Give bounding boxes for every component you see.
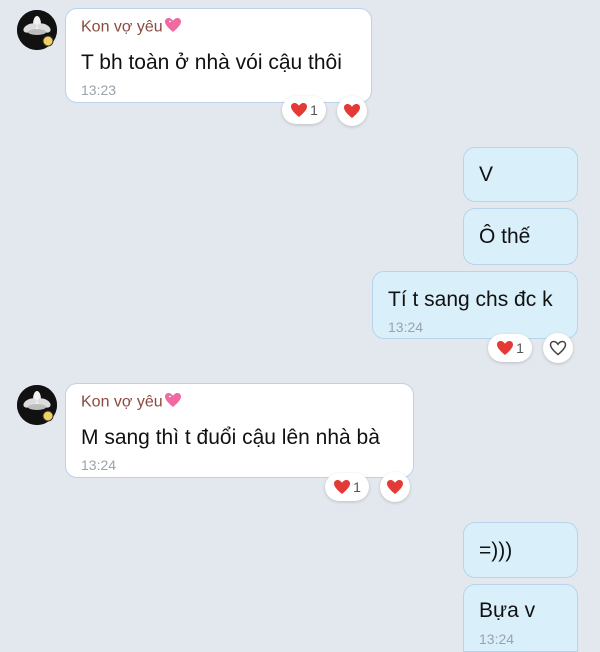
react-button[interactable] [380,472,410,502]
red-heart-icon [291,103,308,117]
react-button[interactable] [337,96,367,126]
reaction-summary[interactable]: 1 [282,96,326,124]
react-button[interactable] [543,333,573,363]
message-bubble[interactable]: Tí t sang chs đc k 13:24 [372,271,578,339]
message-time: 13:24 [479,631,515,647]
message-text: =))) [479,539,513,562]
message-text: V [479,163,494,186]
red-heart-icon [344,104,360,118]
reaction-count: 1 [516,340,524,356]
reaction-count: 1 [310,102,318,118]
red-heart-icon [497,341,514,355]
message-bubble[interactable]: Kon vợ yêu T bh toàn ở nhà vói cậu thôi … [65,8,372,103]
pink-heart-icon [164,392,182,413]
pink-heart-icon [164,17,182,38]
message-text: Ô thế [479,225,531,248]
message-bubble[interactable]: Bựa v 13:24 [463,584,578,652]
flower-icon [17,385,57,425]
reaction-summary[interactable]: 1 [488,334,532,362]
reaction-summary[interactable]: 1 [325,473,369,501]
heart-outline-icon [549,340,567,356]
message-time: 13:23 [81,82,117,98]
flower-icon [17,10,57,50]
message-bubble[interactable]: Ô thế [463,208,578,265]
sender-name: Kon vợ yêu [81,17,182,38]
red-heart-icon [387,480,403,494]
message-text: Bựa v [479,599,536,622]
message-time: 13:24 [388,319,424,335]
message-bubble[interactable]: V [463,147,578,202]
message-text: T bh toàn ở nhà vói cậu thôi [81,51,342,74]
message-time: 13:24 [81,457,117,473]
reaction-count: 1 [353,479,361,495]
avatar[interactable] [17,10,57,50]
red-heart-icon [334,480,351,494]
message-text: Tí t sang chs đc k [388,288,553,311]
sender-name: Kon vợ yêu [81,392,182,413]
message-bubble[interactable]: =))) [463,522,578,578]
message-text: M sang thì t đuổi cậu lên nhà bà [81,426,380,449]
message-bubble[interactable]: Kon vợ yêu M sang thì t đuổi cậu lên nhà… [65,383,414,478]
avatar[interactable] [17,385,57,425]
